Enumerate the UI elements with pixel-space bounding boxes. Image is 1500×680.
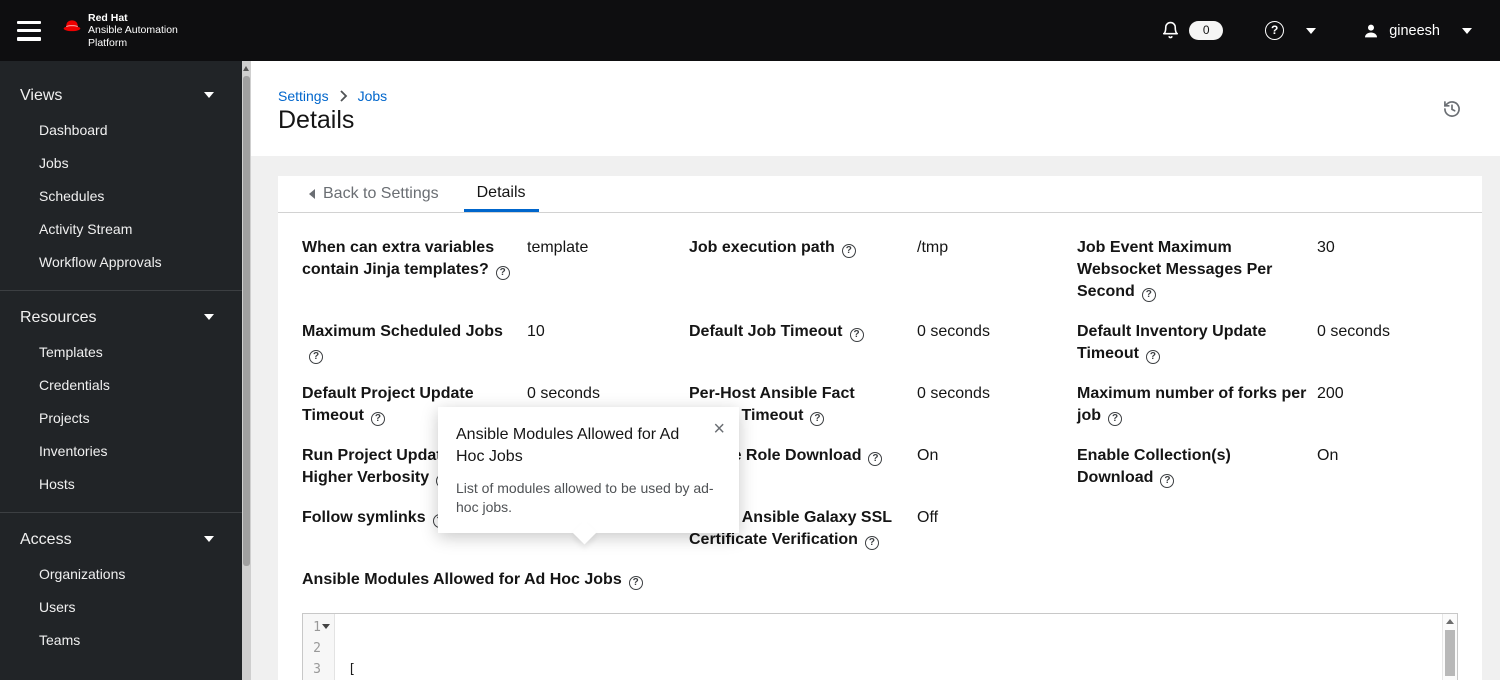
help-icon[interactable] [1108,412,1122,426]
chevron-down-icon [204,314,214,320]
page-title: Details [278,106,355,134]
caret-down-icon [1306,27,1317,34]
scrollbar-thumb[interactable] [243,76,250,566]
bell-icon [1163,21,1179,39]
fold-caret-icon[interactable] [322,624,330,629]
help-icon[interactable] [810,412,825,426]
help-icon[interactable] [849,328,864,342]
setting-value: Off [917,509,939,526]
code-editor-scrollbar[interactable] [1442,614,1457,680]
notifications-button[interactable]: 0 [1161,21,1224,40]
setting-value: 0 seconds [917,323,990,340]
sidebar-group-access[interactable]: Access [0,523,242,557]
close-icon[interactable]: × [713,419,725,439]
redhat-fedora-icon [63,19,81,31]
help-icon[interactable] [1160,474,1175,488]
nav-toggle-icon[interactable] [17,20,43,41]
help-popover: Ansible Modules Allowed for Ad Hoc Jobs … [438,407,739,533]
scrollbar-thumb[interactable] [1445,630,1455,676]
setting-value: /tmp [917,239,949,256]
sidebar-item-schedules[interactable]: Schedules [0,179,242,212]
user-icon [1365,24,1378,37]
sidebar-item-templates[interactable]: Templates [0,335,242,368]
user-menu-button[interactable]: gineesh [1362,22,1472,40]
sidebar-item-activity-stream[interactable]: Activity Stream [0,212,242,245]
caret-left-icon [309,189,315,199]
setting-value: 0 seconds [917,385,990,402]
help-menu-button[interactable] [1265,21,1317,40]
code-editor-gutter: 1 2 3 4 5 [303,614,335,680]
masthead: Red Hat Ansible Automation Platform 0 ? … [0,0,1500,61]
sidebar-item-inventories[interactable]: Inventories [0,434,242,467]
help-icon[interactable] [370,412,385,426]
sidebar-item-jobs[interactable]: Jobs [0,146,242,179]
scroll-up-icon[interactable] [1446,619,1454,624]
setting-label: Job Event Maximum Websocket Messages Per… [1077,237,1317,303]
tab-back-to-settings[interactable]: Back to Settings [296,176,452,212]
setting-value: template [527,239,589,256]
brand-logo[interactable]: Red Hat Ansible Automation Platform [62,12,178,50]
help-icon[interactable] [628,576,643,590]
divider [0,290,242,291]
setting-label: Default Inventory Update Timeout [1077,321,1317,365]
history-icon [1444,101,1460,117]
code-editor[interactable]: 1 2 3 4 5 [ "command", "shell", "yum", "… [302,613,1458,680]
history-button[interactable] [1442,99,1462,119]
help-icon[interactable] [868,452,883,466]
page-header: Settings Jobs Details [251,61,1500,156]
tab-details[interactable]: Details [463,176,539,212]
breadcrumb: Settings Jobs [278,88,387,104]
sidebar-item-credentials[interactable]: Credentials [0,368,242,401]
help-icon[interactable] [841,244,856,258]
help-icon[interactable] [864,536,879,550]
help-icon[interactable] [495,266,510,280]
sidebar-nav: Views Dashboard Jobs Schedules Activity … [0,61,242,680]
breadcrumb-link-settings[interactable]: Settings [278,88,329,104]
setting-label: Maximum number of forks per job [1077,383,1317,427]
setting-value: On [917,447,939,464]
tab-bar: Back to Settings Details [278,176,1482,213]
setting-label: Default Job Timeout [689,321,917,365]
sidebar-item-teams[interactable]: Teams [0,623,242,656]
code-line: [ [348,662,356,677]
sidebar-item-organizations[interactable]: Organizations [0,557,242,590]
sidebar-item-hosts[interactable]: Hosts [0,467,242,500]
sidebar-scrollbar[interactable] [242,61,251,680]
notifications-count-badge[interactable]: 0 [1189,21,1224,40]
username-label: gineesh [1389,22,1440,39]
setting-label: Job execution path [689,237,917,303]
scroll-up-icon[interactable] [243,66,249,71]
divider [0,512,242,513]
breadcrumb-separator-icon [339,90,348,102]
chevron-down-icon [204,536,214,542]
setting-value: 0 seconds [1317,323,1390,340]
chevron-down-icon [204,92,214,98]
help-icon[interactable] [1145,350,1160,364]
code-editor-content[interactable]: [ "command", "shell", "yum", "apt", [335,614,1457,680]
help-icon[interactable] [1141,288,1156,302]
caret-down-icon [1462,27,1472,34]
setting-value: 30 [1317,239,1335,256]
sidebar-item-workflow-approvals[interactable]: Workflow Approvals [0,245,242,278]
setting-label: Maximum Scheduled Jobs [302,321,527,365]
setting-value: 10 [527,323,545,340]
sidebar-group-resources[interactable]: Resources [0,301,242,335]
setting-label: Enable Collection(s) Download [1077,445,1317,489]
popover-body: List of modules allowed to be used by ad… [456,480,714,515]
setting-value: 200 [1317,385,1344,402]
breadcrumb-link-jobs[interactable]: Jobs [358,88,388,104]
brand-text: Red Hat Ansible Automation Platform [88,11,178,49]
setting-label: When can extra variables contain Jinja t… [302,237,527,303]
setting-value: On [1317,447,1339,464]
app-root: Red Hat Ansible Automation Platform 0 ? … [0,0,1500,680]
setting-label-ansible-modules: Ansible Modules Allowed for Ad Hoc Jobs [302,569,1458,591]
sidebar-item-projects[interactable]: Projects [0,401,242,434]
help-icon [1265,21,1285,40]
sidebar-item-dashboard[interactable]: Dashboard [0,113,242,146]
popover-title: Ansible Modules Allowed for Ad Hoc Jobs [456,426,680,465]
help-icon[interactable] [309,350,323,364]
sidebar-group-views[interactable]: Views [0,79,242,113]
sidebar-item-users[interactable]: Users [0,590,242,623]
